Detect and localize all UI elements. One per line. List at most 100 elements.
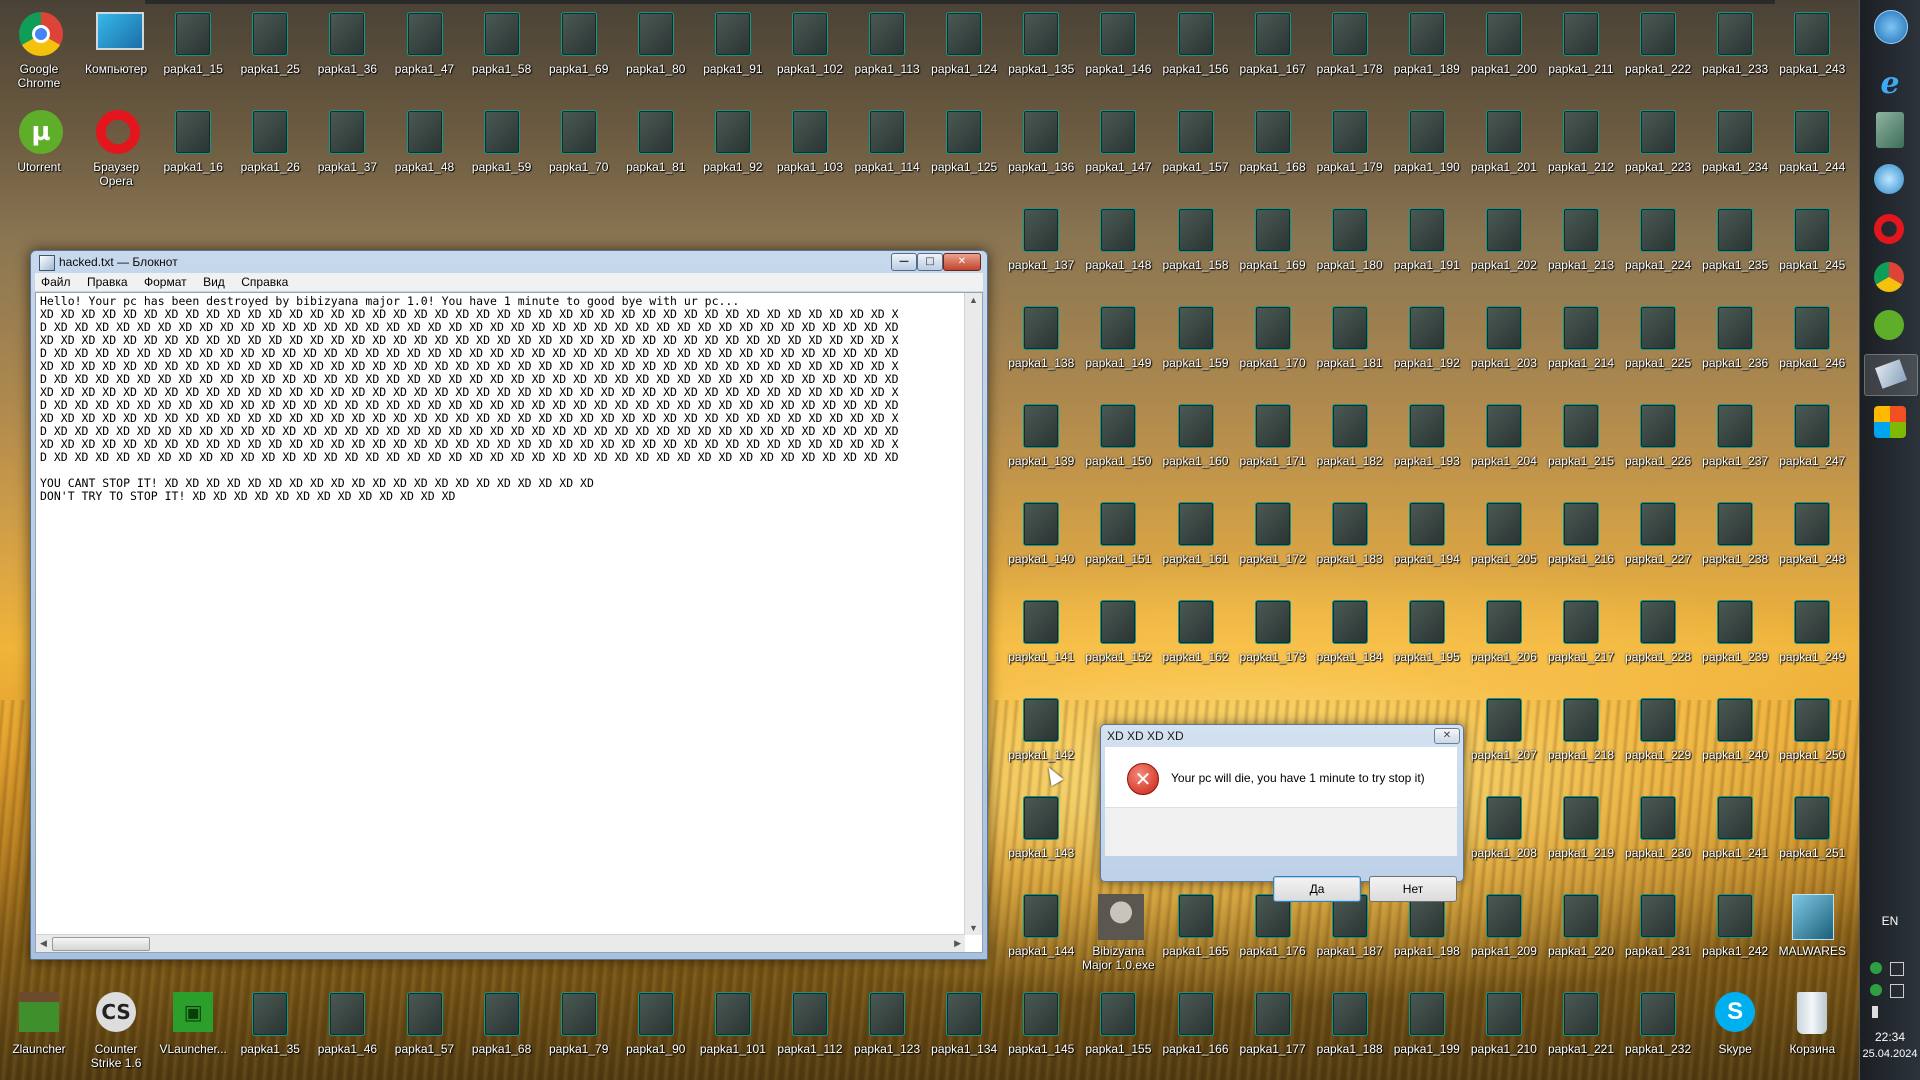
desktop-icon[interactable]: papka1_172 [1235, 494, 1311, 588]
desktop-icon[interactable]: papka1_241 [1697, 788, 1773, 882]
desktop-icon[interactable]: papka1_160 [1158, 396, 1234, 490]
desktop-icon[interactable]: papka1_218 [1543, 690, 1619, 784]
desktop-icon[interactable]: papka1_188 [1312, 984, 1388, 1078]
desktop-icon[interactable]: papka1_239 [1697, 592, 1773, 686]
desktop-icon[interactable]: papka1_158 [1158, 200, 1234, 294]
desktop-icon[interactable]: papka1_101 [695, 984, 771, 1078]
notepad-window[interactable]: hacked.txt — Блокнот — □ ✕ Файл Правка Ф… [30, 250, 988, 960]
desktop-icon[interactable]: papka1_199 [1389, 984, 1465, 1078]
desktop-icon[interactable]: papka1_91 [695, 4, 771, 98]
desktop-icon[interactable]: papka1_193 [1389, 396, 1465, 490]
menu-file[interactable]: Файл [35, 273, 77, 291]
desktop-icon[interactable]: papka1_228 [1620, 592, 1696, 686]
desktop-icon[interactable]: papka1_138 [1003, 298, 1079, 392]
desktop-icon[interactable]: papka1_47 [387, 4, 463, 98]
desktop-icon[interactable]: papka1_165 [1158, 886, 1234, 980]
language-indicator[interactable]: EN [1860, 914, 1920, 928]
desktop-icon[interactable]: papka1_204 [1466, 396, 1542, 490]
desktop-icon[interactable]: papka1_48 [387, 102, 463, 196]
tray-volume-icon[interactable] [1872, 1006, 1878, 1018]
clock-date[interactable]: 25.04.2024 [1860, 1048, 1920, 1060]
tray-keyboard-icon[interactable] [1890, 962, 1904, 976]
desktop-icon[interactable]: papka1_191 [1389, 200, 1465, 294]
desktop-icon[interactable]: papka1_227 [1620, 494, 1696, 588]
desktop-icon[interactable]: papka1_201 [1466, 102, 1542, 196]
desktop-icon[interactable]: papka1_81 [618, 102, 694, 196]
desktop-icon[interactable]: papka1_235 [1697, 200, 1773, 294]
horizontal-scroll-thumb[interactable] [52, 937, 150, 951]
desktop-icon[interactable]: papka1_169 [1235, 200, 1311, 294]
desktop-icon[interactable]: papka1_207 [1466, 690, 1542, 784]
minimize-button[interactable]: — [891, 253, 917, 271]
desktop-icon[interactable]: papka1_25 [232, 4, 308, 98]
desktop-icon[interactable]: papka1_168 [1235, 102, 1311, 196]
desktop-icon[interactable]: papka1_250 [1774, 690, 1850, 784]
desktop-icon[interactable]: papka1_180 [1312, 200, 1388, 294]
desktop-icon[interactable]: papka1_145 [1003, 984, 1079, 1078]
utorrent-icon[interactable] [1874, 310, 1904, 340]
desktop-icon[interactable]: papka1_213 [1543, 200, 1619, 294]
desktop-icon[interactable]: papka1_112 [772, 984, 848, 1078]
desktop-icon[interactable]: papka1_178 [1312, 4, 1388, 98]
desktop-icon[interactable]: papka1_59 [464, 102, 540, 196]
desktop-icon[interactable]: papka1_114 [849, 102, 925, 196]
desktop-icon[interactable]: papka1_137 [1003, 200, 1079, 294]
desktop-icon[interactable]: papka1_166 [1158, 984, 1234, 1078]
desktop-icon[interactable]: papka1_202 [1466, 200, 1542, 294]
desktop-icon[interactable]: papka1_171 [1235, 396, 1311, 490]
dialog-close-button[interactable]: ✕ [1434, 728, 1460, 744]
notepad-title-bar[interactable]: hacked.txt — Блокнот — □ ✕ [31, 251, 987, 273]
desktop-icon[interactable]: papka1_103 [772, 102, 848, 196]
internet-explorer-icon[interactable]: e [1870, 64, 1910, 104]
desktop-icon[interactable]: papka1_102 [772, 4, 848, 98]
desktop-icon[interactable]: papka1_212 [1543, 102, 1619, 196]
clock-time[interactable]: 22:34 [1860, 1030, 1920, 1044]
maximize-button[interactable]: □ [917, 253, 943, 271]
notepad-text-content[interactable]: Hello! Your pc has been destroyed by bib… [40, 295, 958, 915]
desktop-icon[interactable]: papka1_135 [1003, 4, 1079, 98]
desktop-icon[interactable]: papka1_217 [1543, 592, 1619, 686]
desktop-icon[interactable]: MALWARES [1774, 886, 1850, 980]
desktop-icon[interactable]: papka1_211 [1543, 4, 1619, 98]
desktop-icon[interactable]: papka1_147 [1080, 102, 1156, 196]
desktop-icon[interactable]: papka1_123 [849, 984, 925, 1078]
desktop-icon[interactable]: papka1_192 [1389, 298, 1465, 392]
desktop-icon[interactable]: Bibizyana Major 1.0.exe [1080, 886, 1156, 980]
menu-edit[interactable]: Правка [81, 273, 134, 291]
desktop-icon[interactable]: papka1_144 [1003, 886, 1079, 980]
desktop-icon[interactable]: papka1_251 [1774, 788, 1850, 882]
desktop-icon[interactable]: papka1_150 [1080, 396, 1156, 490]
desktop-icon[interactable]: papka1_238 [1697, 494, 1773, 588]
desktop-icon[interactable]: papka1_146 [1080, 4, 1156, 98]
menu-help[interactable]: Справка [235, 273, 294, 291]
desktop-icon[interactable]: papka1_26 [232, 102, 308, 196]
desktop-icon[interactable]: papka1_170 [1235, 298, 1311, 392]
desktop-icon[interactable]: papka1_57 [387, 984, 463, 1078]
tray-check-icon[interactable] [1870, 962, 1882, 974]
desktop-icon[interactable]: papka1_214 [1543, 298, 1619, 392]
desktop-icon[interactable]: papka1_182 [1312, 396, 1388, 490]
desktop-icon[interactable]: papka1_58 [464, 4, 540, 98]
desktop-icon[interactable]: papka1_222 [1620, 4, 1696, 98]
desktop-icon[interactable]: papka1_242 [1697, 886, 1773, 980]
desktop-icon[interactable]: Google Chrome [1, 4, 77, 98]
desktop-icon[interactable]: Браузер Opera [78, 102, 154, 196]
desktop-icon[interactable]: µ Utorrent [1, 102, 77, 196]
desktop-icon[interactable]: papka1_229 [1620, 690, 1696, 784]
desktop-icon[interactable]: papka1_195 [1389, 592, 1465, 686]
desktop-icon[interactable]: papka1_200 [1466, 4, 1542, 98]
desktop-icon[interactable]: papka1_245 [1774, 200, 1850, 294]
desktop-icon[interactable]: papka1_141 [1003, 592, 1079, 686]
desktop-icon[interactable]: papka1_208 [1466, 788, 1542, 882]
desktop-icon[interactable]: papka1_90 [618, 984, 694, 1078]
desktop-icon[interactable]: papka1_249 [1774, 592, 1850, 686]
scroll-left-arrow-icon[interactable]: ◀ [40, 938, 47, 949]
desktop-icon[interactable]: papka1_162 [1158, 592, 1234, 686]
desktop-icon[interactable]: papka1_244 [1774, 102, 1850, 196]
close-button[interactable]: ✕ [943, 253, 981, 271]
desktop-icon[interactable]: papka1_139 [1003, 396, 1079, 490]
desktop-icon[interactable]: papka1_151 [1080, 494, 1156, 588]
desktop-icon[interactable]: papka1_215 [1543, 396, 1619, 490]
app-tiles-icon[interactable] [1874, 406, 1906, 438]
menu-view[interactable]: Вид [197, 273, 231, 291]
